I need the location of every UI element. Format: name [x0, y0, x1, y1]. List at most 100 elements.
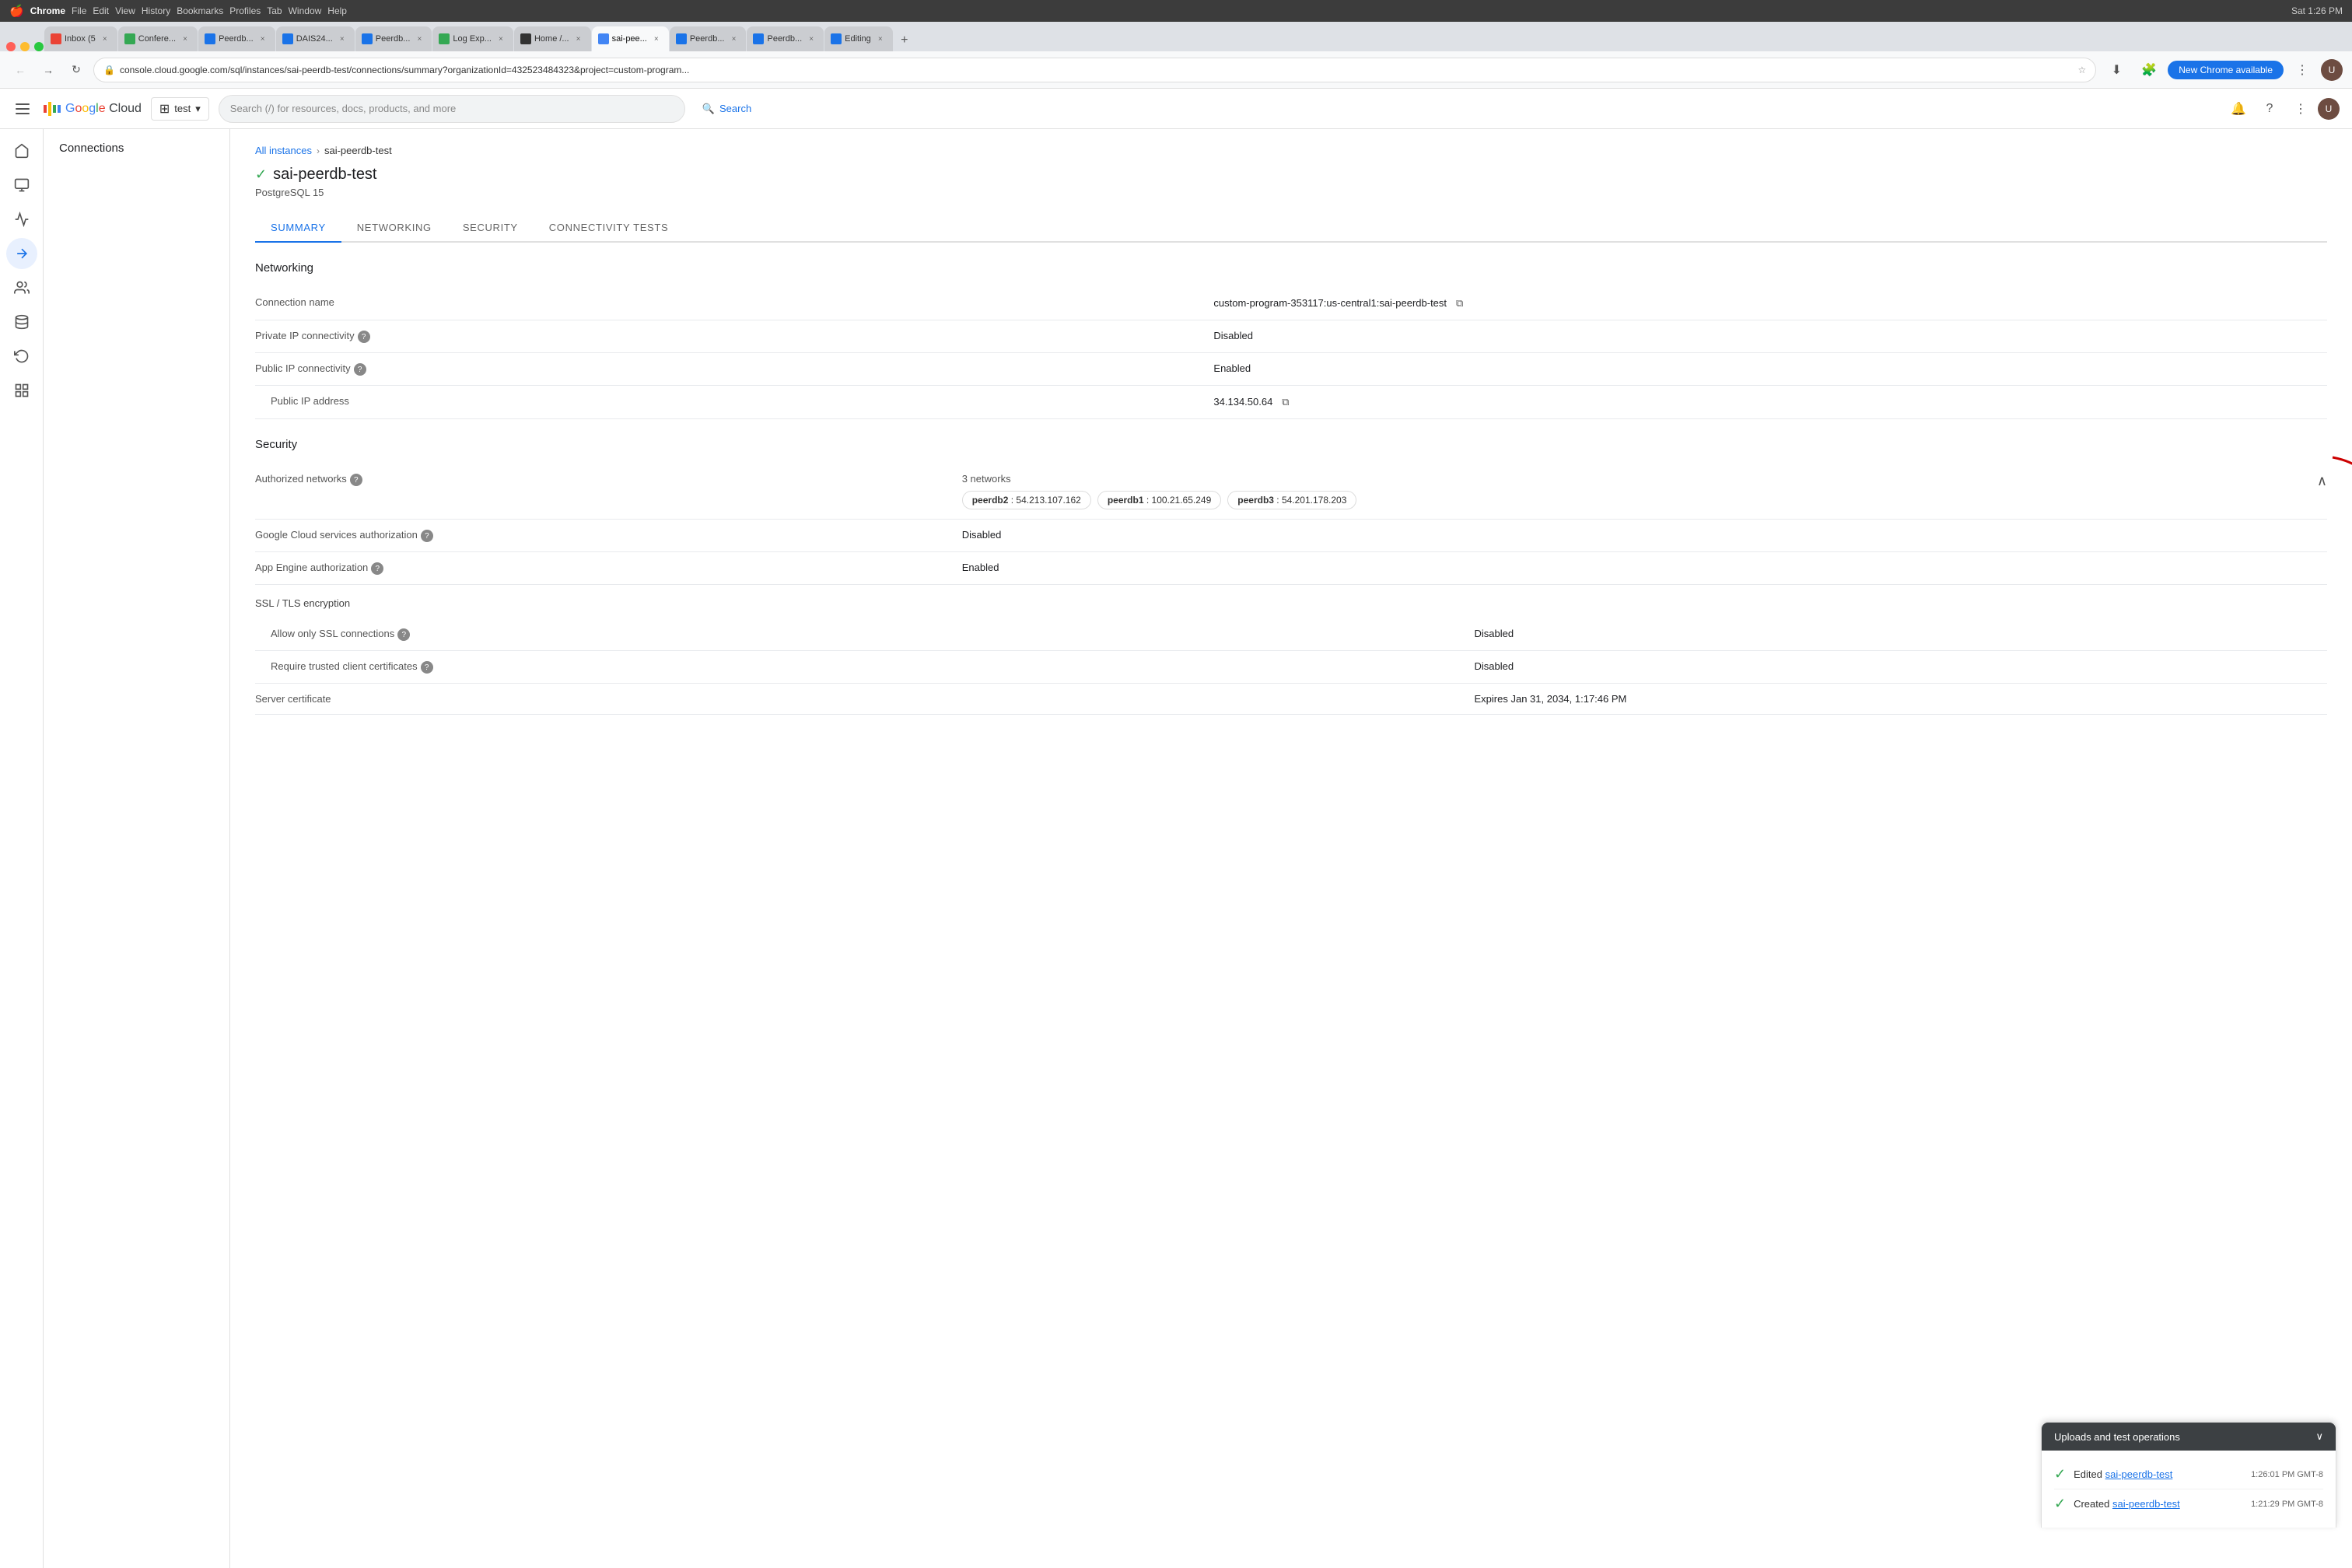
tab-close-confere[interactable]: × — [179, 33, 191, 45]
networks-count: 3 networks — [962, 473, 1357, 485]
ssl-only-help-icon[interactable]: ? — [397, 628, 410, 641]
tab-peerdb1[interactable]: Peerdb... × — [198, 26, 275, 51]
tab-peerdb3[interactable]: Peerdb... × — [670, 26, 747, 51]
sidebar-item-users[interactable] — [6, 272, 37, 303]
tab-close-dais24[interactable]: × — [336, 33, 348, 45]
tab-close-editing[interactable]: × — [874, 33, 887, 45]
os-menu-tab[interactable]: Tab — [267, 5, 282, 16]
public-ip-help-icon[interactable]: ? — [354, 363, 366, 376]
gcp-profile-avatar[interactable]: U — [2318, 98, 2340, 120]
tab-close-saipee[interactable]: × — [650, 33, 663, 45]
tab-bar: Inbox (5 × Confere... × Peerdb... × DAIS… — [0, 22, 2352, 51]
profile-avatar[interactable]: U — [2321, 59, 2343, 81]
tab-confere[interactable]: Confere... × — [118, 26, 198, 51]
tab-connectivity-tests[interactable]: CONNECTIVITY TESTS — [534, 214, 684, 243]
sidebar-item-home[interactable] — [6, 135, 37, 166]
tab-dais24[interactable]: DAIS24... × — [276, 26, 355, 51]
os-menu-bookmarks[interactable]: Bookmarks — [177, 5, 223, 16]
copy-ip-icon[interactable]: ⧉ — [1279, 395, 1293, 409]
copy-connection-name-icon[interactable]: ⧉ — [1453, 296, 1467, 310]
tab-security[interactable]: SECURITY — [447, 214, 534, 243]
tab-favicon-peerdb3 — [676, 33, 687, 44]
close-traffic-light[interactable] — [6, 42, 16, 51]
sidebar-item-connections[interactable] — [6, 238, 37, 269]
uploads-panel-header[interactable]: Uploads and test operations ∨ — [2042, 1423, 2336, 1451]
authorized-networks-help-icon[interactable]: ? — [350, 474, 362, 486]
page-tabs: SUMMARY NETWORKING SECURITY CONNECTIVITY… — [255, 214, 2327, 243]
tab-peerdb4[interactable]: Peerdb... × — [747, 26, 824, 51]
edited-time: 1:26:01 PM GMT-8 — [2251, 1470, 2323, 1479]
navigation-bar: ← → ↻ 🔒 console.cloud.google.com/sql/ins… — [0, 51, 2352, 89]
breadcrumb-parent[interactable]: All instances — [255, 145, 312, 156]
sidebar-item-operations[interactable] — [6, 375, 37, 406]
private-ip-help-icon[interactable]: ? — [358, 331, 370, 343]
address-bar[interactable]: 🔒 console.cloud.google.com/sql/instances… — [93, 58, 2096, 82]
project-selector[interactable]: ⊞ test ▾ — [151, 97, 209, 121]
table-row: Authorized networks ? 3 networks peerdb2… — [255, 464, 2327, 520]
tab-editing[interactable]: Editing × — [824, 26, 893, 51]
os-menu-help[interactable]: Help — [327, 5, 347, 16]
sidebar-item-databases[interactable] — [6, 306, 37, 338]
sidebar-item-instances[interactable] — [6, 170, 37, 201]
table-row: Google Cloud services authorization ? Di… — [255, 520, 2327, 552]
os-menu-profiles[interactable]: Profiles — [229, 5, 261, 16]
gcp-search-bar[interactable]: Search (/) for resources, docs, products… — [219, 95, 685, 123]
tab-close-peerdb1[interactable]: × — [257, 33, 269, 45]
back-button[interactable]: ← — [9, 59, 31, 81]
tab-title-inbox: Inbox (5 — [65, 34, 96, 44]
tab-logexp[interactable]: Log Exp... × — [432, 26, 513, 51]
connection-name-label: Connection name — [255, 296, 473, 308]
trusted-certs-help-icon[interactable]: ? — [421, 661, 433, 674]
gcs-auth-help-icon[interactable]: ? — [421, 530, 433, 542]
help-icon[interactable]: ? — [2256, 95, 2284, 123]
star-icon[interactable]: ☆ — [2078, 65, 2087, 75]
os-menu-window[interactable]: Window — [289, 5, 322, 16]
downloads-icon[interactable]: ⬇ — [2102, 56, 2130, 84]
os-menu-edit[interactable]: Edit — [93, 5, 109, 16]
tab-peerdb2[interactable]: Peerdb... × — [355, 26, 432, 51]
tab-close-home[interactable]: × — [572, 33, 585, 45]
tab-close-peerdb3[interactable]: × — [727, 33, 740, 45]
sidebar-item-backups[interactable] — [6, 341, 37, 372]
tab-home[interactable]: Home /... × — [514, 26, 591, 51]
tab-close-peerdb2[interactable]: × — [413, 33, 425, 45]
app-engine-label: App Engine authorization ? — [255, 562, 473, 575]
more-menu-button[interactable]: ⋮ — [2288, 56, 2316, 84]
os-menu-file[interactable]: File — [72, 5, 86, 16]
app-engine-help-icon[interactable]: ? — [371, 562, 383, 575]
gcp-search-button[interactable]: 🔍 Search — [695, 98, 759, 120]
os-menu-view[interactable]: View — [115, 5, 135, 16]
gcp-logo[interactable]: Google Cloud — [44, 102, 142, 116]
tab-title-peerdb4: Peerdb... — [767, 34, 802, 44]
reload-button[interactable]: ↻ — [65, 59, 87, 81]
tab-close-inbox[interactable]: × — [99, 33, 111, 45]
edited-link[interactable]: sai-peerdb-test — [2105, 1468, 2173, 1480]
tab-close-peerdb4[interactable]: × — [805, 33, 817, 45]
created-link[interactable]: sai-peerdb-test — [2112, 1498, 2180, 1510]
forward-button[interactable]: → — [37, 59, 59, 81]
os-menu-history[interactable]: History — [142, 5, 170, 16]
tab-summary[interactable]: SUMMARY — [255, 214, 341, 243]
trusted-certs-value: Disabled — [1475, 660, 2327, 672]
notifications-icon[interactable]: 🔔 — [2224, 95, 2252, 123]
uploads-panel: Uploads and test operations ∨ ✓ Edited s… — [2041, 1422, 2336, 1528]
settings-icon[interactable]: ⋮ — [2287, 95, 2315, 123]
new-chrome-button[interactable]: New Chrome available — [2168, 61, 2284, 79]
tab-saipee[interactable]: sai-pee... × — [592, 26, 669, 51]
sidebar-item-monitoring[interactable] — [6, 204, 37, 235]
tab-inbox[interactable]: Inbox (5 × — [44, 26, 117, 51]
extensions-icon[interactable]: 🧩 — [2135, 56, 2163, 84]
new-tab-button[interactable]: + — [894, 30, 915, 51]
networks-collapse-icon[interactable]: ∧ — [2317, 473, 2327, 488]
tab-title-peerdb3: Peerdb... — [690, 34, 725, 44]
uploads-panel-collapse-icon[interactable]: ∨ — [2315, 1430, 2323, 1443]
tab-close-logexp[interactable]: × — [495, 33, 507, 45]
public-ip-address-value: 34.134.50.64 ⧉ — [1213, 395, 2327, 409]
tab-networking[interactable]: NETWORKING — [341, 214, 447, 243]
minimize-traffic-light[interactable] — [20, 42, 30, 51]
tab-title-logexp: Log Exp... — [453, 34, 492, 44]
hamburger-menu[interactable] — [12, 98, 34, 120]
fullscreen-traffic-light[interactable] — [34, 42, 44, 51]
os-clock: Sat 1:26 PM — [2291, 5, 2343, 16]
ssl-only-label: Allow only SSL connections ? — [255, 628, 473, 641]
